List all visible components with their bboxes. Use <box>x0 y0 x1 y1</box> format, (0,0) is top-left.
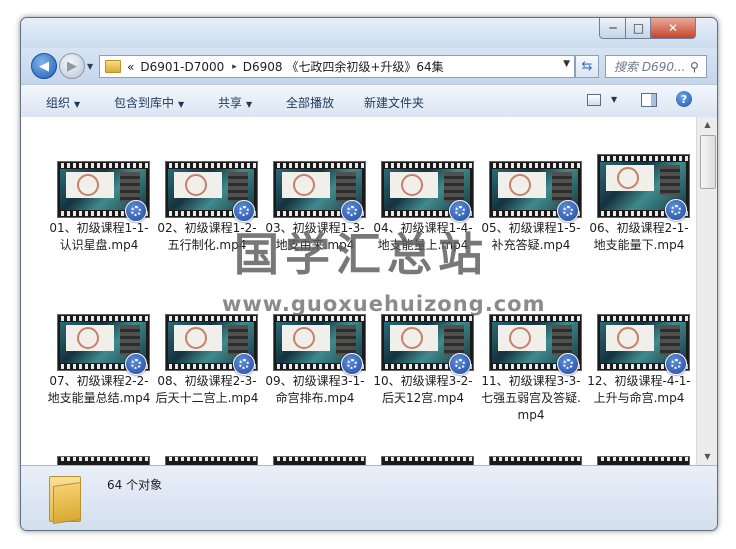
watermark-text: 国学汇总站 <box>234 228 490 281</box>
media-player-icon <box>233 353 255 375</box>
scroll-down-icon[interactable]: ▼ <box>697 449 717 465</box>
file-name: 06、初级课程2-1-地支能量下.mp4 <box>589 221 689 252</box>
folder-icon <box>49 476 81 524</box>
file-name: 11、初级课程3-3-七强五弱宫及答疑.mp4 <box>481 374 581 422</box>
file-item[interactable]: 08、初级课程2-3-后天十二宫上.mp4 <box>147 307 258 445</box>
media-player-icon <box>557 200 579 222</box>
video-thumbnail[interactable] <box>597 456 690 465</box>
command-bar: 组织 ▼ 包含到库中 ▼ 共享 ▼ 全部播放 新建文件夹 ▼ ? <box>21 84 717 118</box>
share-label: 共享 <box>218 96 243 110</box>
close-button[interactable]: ✕ <box>650 18 696 39</box>
video-thumbnail[interactable] <box>273 456 366 465</box>
refresh-icon: ⇆ <box>581 59 593 74</box>
media-player-icon <box>557 353 579 375</box>
media-player-icon <box>449 353 471 375</box>
back-button[interactable]: ◀ <box>31 53 57 79</box>
search-input[interactable] <box>614 59 686 74</box>
refresh-button[interactable]: ⇆ <box>575 55 599 78</box>
vertical-scrollbar[interactable]: ▲ ▼ <box>696 117 717 465</box>
file-item[interactable]: 12、初级课程-4-1-上升与命宫.mp4 <box>579 307 691 445</box>
chevron-down-icon: ▼ <box>74 100 81 109</box>
new-folder-button[interactable]: 新建文件夹 <box>364 94 424 111</box>
video-thumbnail[interactable] <box>381 456 474 465</box>
breadcrumb-overflow[interactable]: « <box>127 60 134 74</box>
file-item[interactable]: 09、初级课程3-1-命宫排布.mp4 <box>255 307 366 445</box>
chevron-down-icon: ▼ <box>246 100 253 109</box>
file-item[interactable]: 11、初级课程3-3-七强五弱宫及答疑.mp4 <box>471 307 582 445</box>
file-name: 01、初级课程1-1-认识星盘.mp4 <box>49 221 149 252</box>
address-dropdown-icon[interactable]: ▼ <box>563 59 570 69</box>
file-item[interactable]: 06、初级课程2-1-地支能量下.mp4 <box>579 147 690 285</box>
media-player-icon <box>125 353 147 375</box>
file-name: 09、初级课程3-1-命宫排布.mp4 <box>265 374 365 405</box>
organize-label: 组织 <box>46 96 71 110</box>
watermark-url: www.guoxuehuizong.com <box>222 292 546 316</box>
arrow-left-icon: ◀ <box>39 58 49 74</box>
media-player-icon <box>665 199 687 221</box>
include-in-library-menu[interactable]: 包含到库中 ▼ <box>114 94 184 111</box>
media-player-icon <box>125 200 147 222</box>
video-thumbnail[interactable] <box>489 456 582 465</box>
breadcrumb-separator-icon[interactable]: ▸ <box>232 62 237 72</box>
minimize-button[interactable]: ─ <box>599 18 627 39</box>
media-player-icon <box>341 353 363 375</box>
breadcrumb-current[interactable]: D6908 《七政四余初级+升级》64集 <box>243 58 444 75</box>
scrollbar-thumb[interactable] <box>700 135 716 189</box>
include-in-library-label: 包含到库中 <box>114 96 175 110</box>
play-all-button[interactable]: 全部播放 <box>286 94 334 111</box>
view-options-icon[interactable] <box>587 94 601 106</box>
navigation-bar: ◀ ▶ ▼ « D6901-D7000 ▸ D6908 《七政四余初级+升级》6… <box>21 48 717 84</box>
file-name: 12、初级课程-4-1-上升与命宫.mp4 <box>587 374 691 405</box>
chevron-down-icon: ▼ <box>178 100 185 109</box>
chevron-down-icon[interactable]: ▼ <box>611 95 617 104</box>
recent-pages-dropdown[interactable]: ▼ <box>87 62 93 71</box>
folder-icon <box>105 60 121 73</box>
file-list[interactable]: 01、初级课程1-1-认识星盘.mp4 02、初级课程1-2-五行制化.mp4 … <box>21 117 696 465</box>
item-count: 64 个对象 <box>107 478 163 492</box>
share-menu[interactable]: 共享 ▼ <box>218 94 252 111</box>
file-name: 08、初级课程2-3-后天十二宫上.mp4 <box>155 374 259 405</box>
file-item[interactable]: 10、初级课程3-2-后天12宫.mp4 <box>363 307 474 445</box>
preview-pane-icon[interactable] <box>641 93 657 107</box>
media-player-icon <box>665 353 687 375</box>
help-icon[interactable]: ? <box>676 91 692 107</box>
details-pane: 64 个对象 <box>21 465 717 530</box>
video-thumbnail[interactable] <box>165 456 258 465</box>
arrow-right-icon: ▶ <box>67 58 77 74</box>
forward-button[interactable]: ▶ <box>59 53 85 79</box>
file-name: 05、初级课程1-5-补充答疑.mp4 <box>481 221 581 252</box>
maximize-button[interactable]: □ <box>625 18 652 39</box>
search-icon[interactable]: ⚲ <box>690 60 699 74</box>
video-thumbnail[interactable] <box>57 456 150 465</box>
file-item[interactable]: 01、初级课程1-1-认识星盘.mp4 <box>39 154 150 292</box>
search-box[interactable]: ⚲ <box>605 55 707 78</box>
address-bar[interactable]: « D6901-D7000 ▸ D6908 《七政四余初级+升级》64集 ▼ <box>99 55 575 78</box>
file-name: 10、初级课程3-2-后天12宫.mp4 <box>373 374 473 405</box>
file-item[interactable]: 07、初级课程2-2-地支能量总结.mp4 <box>39 307 150 445</box>
file-name: 07、初级课程2-2-地支能量总结.mp4 <box>47 374 151 405</box>
scroll-up-icon[interactable]: ▲ <box>697 117 717 133</box>
organize-menu[interactable]: 组织 ▼ <box>46 94 80 111</box>
title-bar: ─ □ ✕ <box>21 18 717 48</box>
breadcrumb-parent[interactable]: D6901-D7000 <box>140 60 224 74</box>
